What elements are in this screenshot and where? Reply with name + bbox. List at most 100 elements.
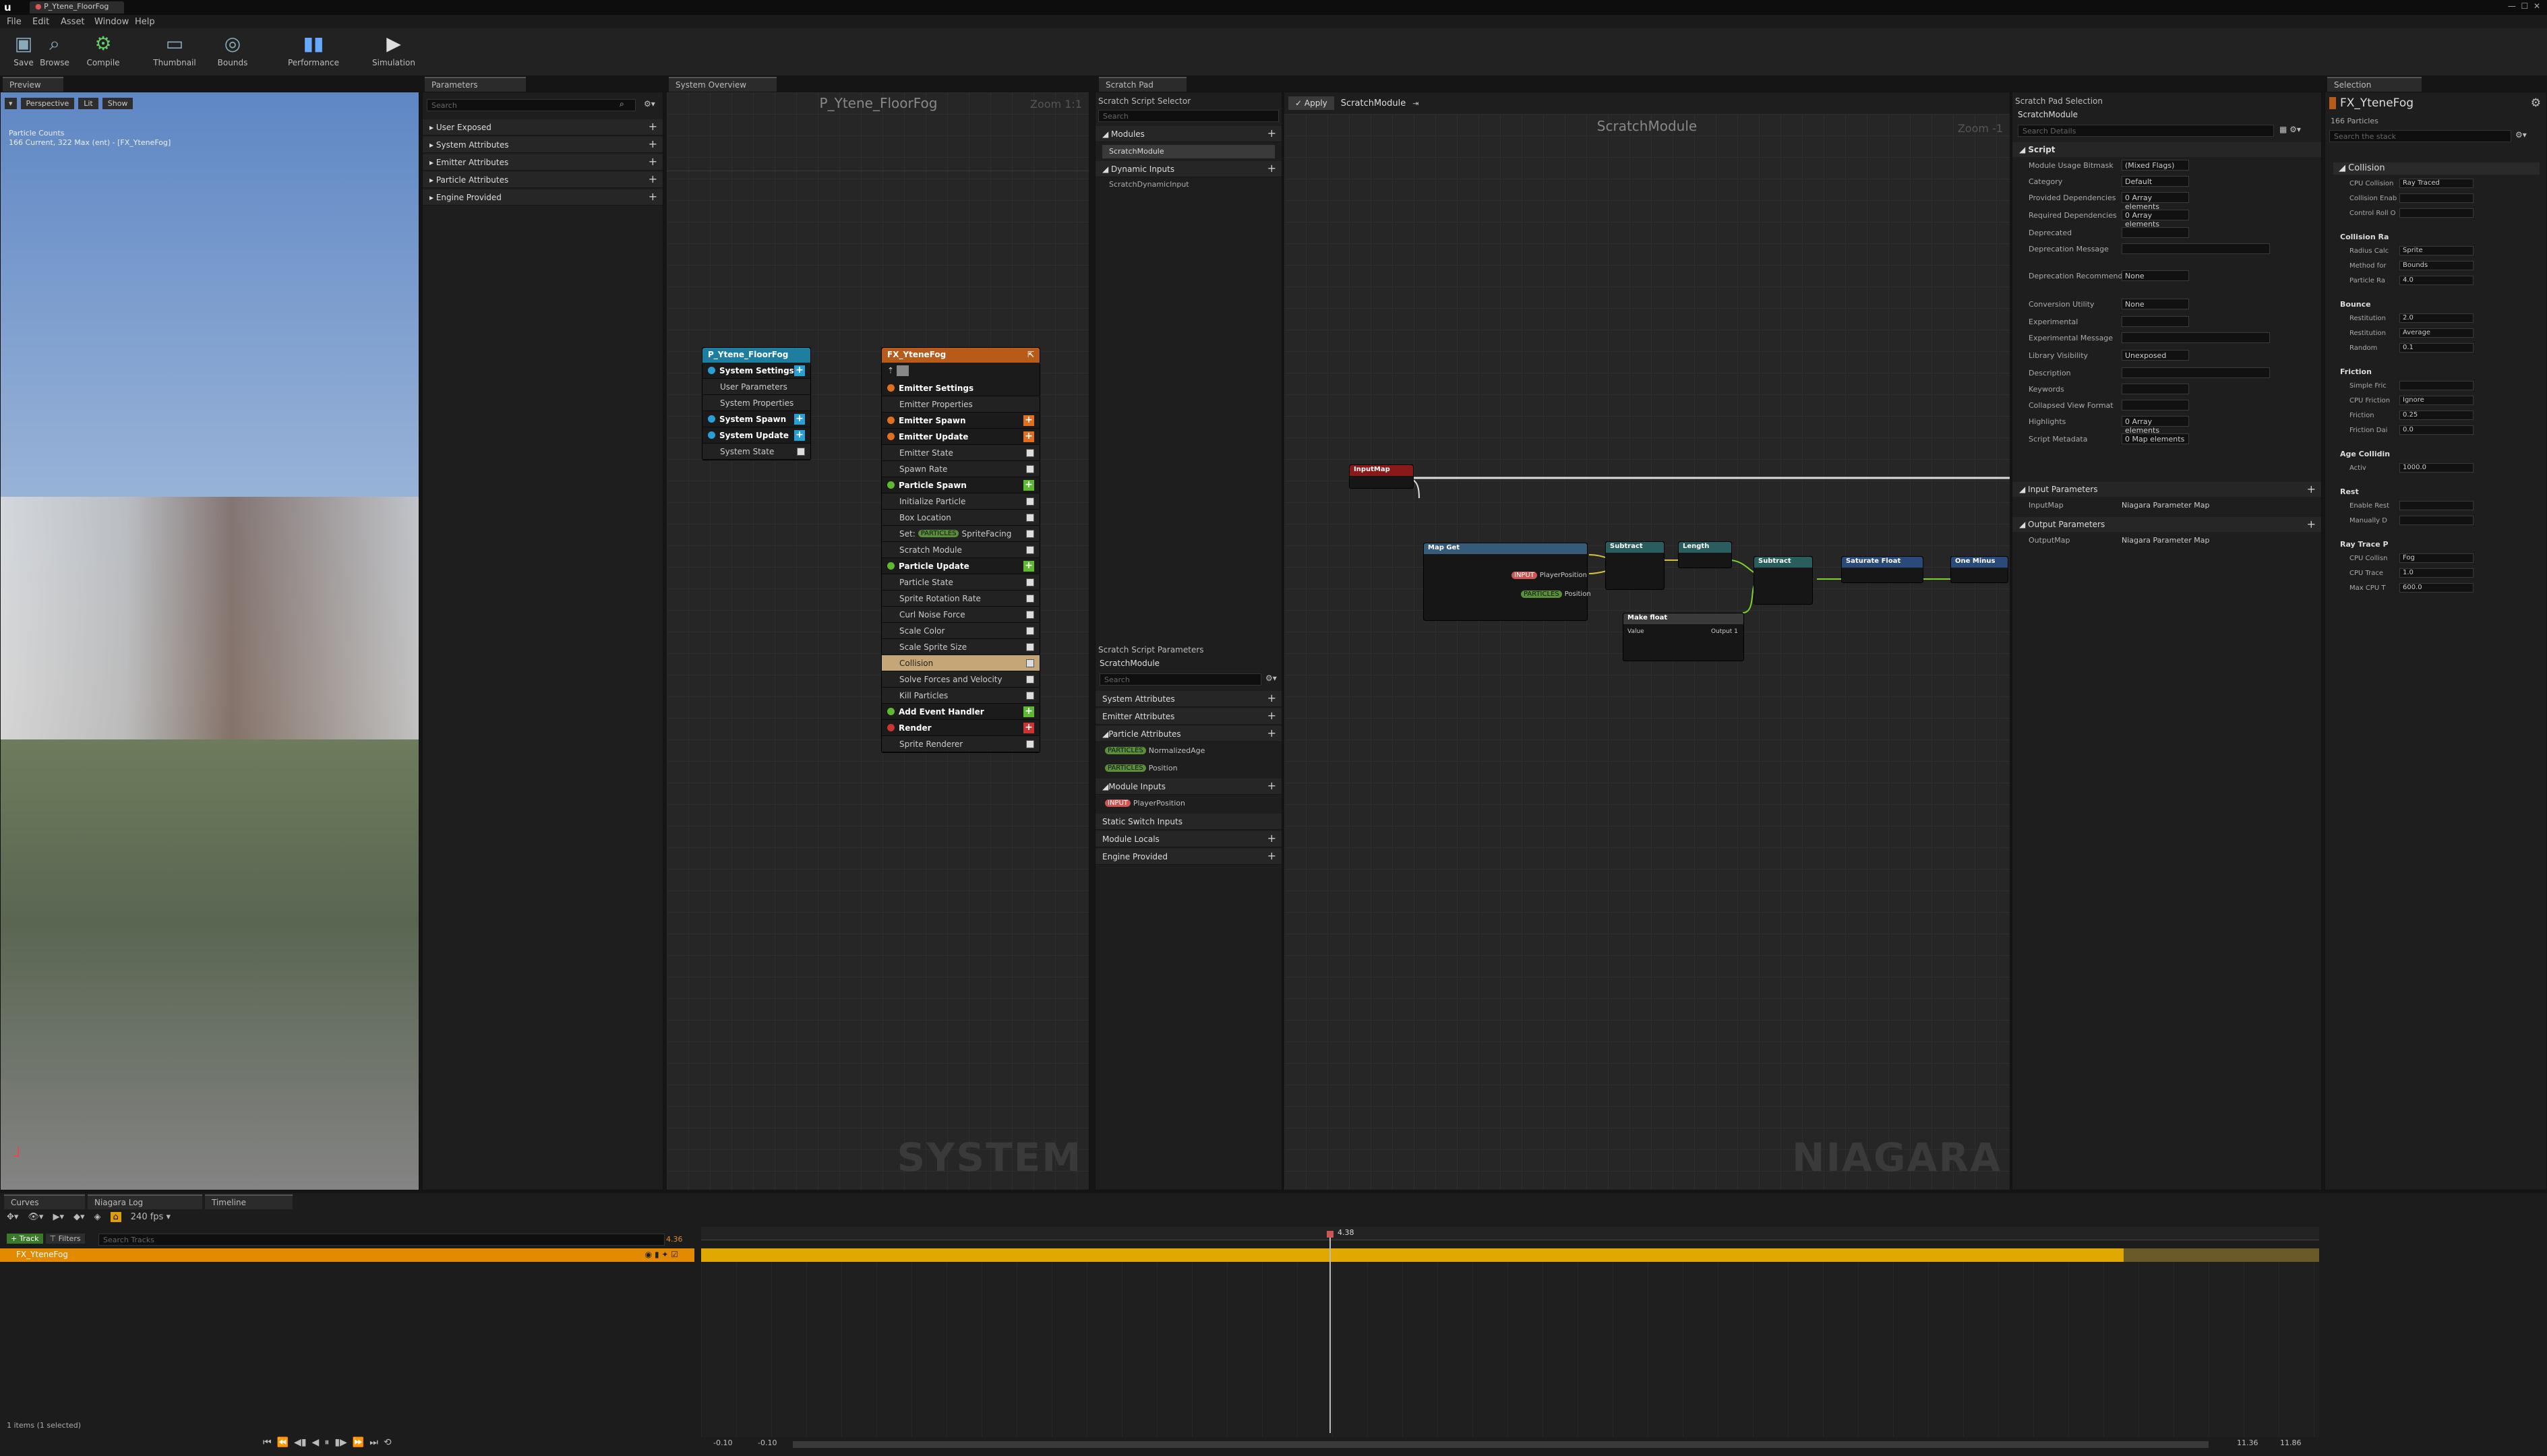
loop-icon[interactable]: ⟲	[384, 1437, 392, 1448]
pin-icon[interactable]: ⇥	[1412, 99, 1418, 108]
timeline-section-bar[interactable]	[701, 1248, 2124, 1262]
step-back-icon[interactable]: ◀▮	[294, 1437, 306, 1448]
param-cat-particle-attributes[interactable]: ▸ Particle Attributes +	[423, 172, 663, 188]
jump-start-icon[interactable]: ⏮	[263, 1437, 272, 1448]
enable-checkbox[interactable]	[1026, 610, 1034, 619]
system-spawn-row[interactable]: System Spawn +	[702, 411, 810, 427]
add-icon[interactable]: +	[1023, 479, 1034, 491]
map-get-node[interactable]: Map Get INPUT PlayerPosition PARTICLES Pos…	[1423, 543, 1591, 621]
length-node[interactable]: Length	[1678, 541, 1732, 568]
enable-checkbox[interactable]	[1026, 529, 1034, 538]
menu-help[interactable]: Help	[135, 17, 155, 27]
emitter-stack-row[interactable]: Curl Noise Force	[882, 607, 1040, 623]
tab-preview[interactable]: Preview	[3, 77, 63, 92]
script-param-system-attributes[interactable]: System Attributes +	[1096, 691, 1282, 707]
add-icon[interactable]: +	[649, 121, 657, 132]
step-forward-icon[interactable]: ▮▶	[334, 1437, 347, 1448]
horizontal-scrollbar[interactable]	[793, 1441, 2209, 1448]
saturate-float-node[interactable]: Saturate Float	[1841, 556, 1923, 583]
preview-viewport[interactable]: ▾ Perspective Lit Show Particle Counts 1…	[0, 92, 419, 1190]
menu-file[interactable]: File	[7, 17, 22, 27]
system-overview-graph[interactable]: P_Ytene_FloorFog Zoom 1:1 SYSTEM P_Ytene…	[666, 92, 1089, 1190]
add-icon[interactable]: +	[1267, 728, 1276, 739]
enable-checkbox[interactable]	[1026, 642, 1034, 651]
detail-prop-value[interactable]	[2122, 367, 2270, 378]
emitter-stack-row[interactable]: Scale Sprite Size	[882, 639, 1040, 655]
emitter-stack-row[interactable]: Emitter Settings	[882, 380, 1040, 396]
node-graph-canvas[interactable]: ScratchModule Zoom -1 NIAGARA InputMap M…	[1284, 114, 2010, 1190]
enable-checkbox[interactable]	[1026, 464, 1034, 473]
stack-search-input[interactable]: Search the stack	[2329, 130, 2511, 142]
stack-prop-value[interactable]: 1.0	[2399, 568, 2474, 578]
stack-prop-value[interactable]: Fog	[2399, 553, 2474, 563]
add-icon[interactable]: +	[1023, 415, 1034, 426]
detail-prop-value[interactable]: None	[2122, 299, 2189, 309]
stack-prop-value[interactable]: Average	[2399, 328, 2474, 338]
modules-category[interactable]: ◢ Modules +	[1096, 126, 1282, 142]
script-param-module-inputs[interactable]: ◢Module Inputs +	[1096, 779, 1282, 795]
emitter-stack-row[interactable]: Solve Forces and Velocity	[882, 671, 1040, 688]
script-param-static-switch[interactable]: Static Switch Inputs	[1096, 814, 1282, 830]
stack-prop-value[interactable]: 0.25	[2399, 411, 2474, 420]
add-icon[interactable]: +	[649, 191, 657, 202]
add-icon[interactable]: +	[1023, 706, 1034, 717]
track-row[interactable]: FX_YteneFog ◉ ▮ ✦ ☑	[0, 1248, 694, 1262]
add-icon[interactable]: +	[1267, 851, 1276, 861]
system-settings-row[interactable]: System Settings +	[702, 363, 810, 379]
track-options-icon[interactable]: ◉ ▮ ✦ ☑	[645, 1250, 678, 1259]
scratch-module-item[interactable]: ScratchModule	[1102, 145, 1275, 158]
stack-prop-value[interactable]: 0.0	[2399, 425, 2474, 435]
subtract-node-1[interactable]: Subtract	[1605, 541, 1665, 590]
next-key-icon[interactable]: ⏩	[353, 1437, 364, 1448]
settings-dropdown-icon[interactable]: ▦ ⚙▾	[2279, 125, 2301, 134]
enable-checkbox[interactable]	[1026, 513, 1034, 522]
detail-prop-value[interactable]	[2122, 400, 2189, 411]
fps-dropdown[interactable]: 240 fps ▾	[131, 1212, 171, 1222]
detail-prop-value[interactable]: Default	[2122, 176, 2189, 187]
input-parameters-section[interactable]: ◢ Input Parameters +	[2012, 482, 2321, 497]
stack-prop-value[interactable]	[2399, 501, 2474, 510]
add-icon[interactable]: +	[1267, 833, 1276, 844]
filters-button[interactable]: ⊤ Filters	[45, 1234, 85, 1244]
param-cat-engine-provided[interactable]: ▸ Engine Provided +	[423, 189, 663, 206]
transform-tool-icon[interactable]: ✥▾	[7, 1212, 18, 1222]
emitter-stack-row[interactable]: Emitter State	[882, 445, 1040, 461]
tab-scratch-pad[interactable]: Scratch Pad	[1099, 77, 1187, 92]
menu-edit[interactable]: Edit	[32, 17, 49, 27]
emitter-stack-row[interactable]: Spawn Rate	[882, 461, 1040, 477]
stack-group-header[interactable]: Collision Ra	[2340, 233, 2389, 241]
time-ruler[interactable]	[701, 1227, 2319, 1240]
emitter-stack-row[interactable]: Sprite Rotation Rate	[882, 590, 1040, 607]
settings-dropdown-icon[interactable]: ⚙▾	[2515, 130, 2527, 140]
add-icon[interactable]: +	[1023, 560, 1034, 572]
param-cat-emitter-attributes[interactable]: ▸ Emitter Attributes +	[423, 154, 663, 171]
stack-prop-value[interactable]: Ignore	[2399, 396, 2474, 405]
emitter-stack-row[interactable]: Emitter Update +	[882, 429, 1040, 445]
enable-checkbox[interactable]	[1026, 659, 1034, 667]
parameters-search-input[interactable]: Search	[427, 99, 636, 111]
stack-group-header[interactable]: Rest	[2340, 487, 2359, 496]
compile-button[interactable]: ⚙ Compile	[80, 32, 127, 67]
detail-prop-value[interactable]: None	[2122, 270, 2189, 281]
scratch-dynamic-input-item[interactable]: ScratchDynamicInput	[1109, 180, 1189, 189]
output-parameters-section[interactable]: ◢ Output Parameters +	[2012, 517, 2321, 532]
stack-prop-value[interactable]: Bounds	[2399, 261, 2474, 270]
detail-prop-value[interactable]	[2122, 332, 2270, 343]
pin-icon[interactable]: ⇡	[887, 366, 894, 375]
apply-button[interactable]: ✓ Apply	[1288, 96, 1334, 110]
view-menu-button[interactable]: ▾	[5, 98, 17, 109]
emitter-node[interactable]: FX_YteneFog ⇱ ⇡ Emitter Settings Emitter P…	[881, 347, 1040, 753]
lit-button[interactable]: Lit	[78, 98, 98, 109]
tab-selection[interactable]: Selection	[2327, 77, 2422, 92]
pause-icon[interactable]: ⏸	[324, 1437, 329, 1448]
add-icon[interactable]: +	[1267, 693, 1276, 704]
browse-button[interactable]: ⌕ Browse	[31, 32, 78, 67]
tab-niagara-log[interactable]: Niagara Log	[88, 1194, 202, 1209]
emitter-stack-row[interactable]: Set: PARTICLES SpriteFacing	[882, 526, 1040, 542]
enable-checkbox[interactable]	[1026, 739, 1034, 748]
add-icon[interactable]: +	[649, 174, 657, 185]
add-icon[interactable]: +	[1023, 722, 1034, 733]
add-icon[interactable]: +	[2307, 519, 2316, 530]
asset-tab[interactable]: ● P_Ytene_FloorFog	[30, 1, 124, 13]
enable-checkbox[interactable]	[1026, 675, 1034, 684]
